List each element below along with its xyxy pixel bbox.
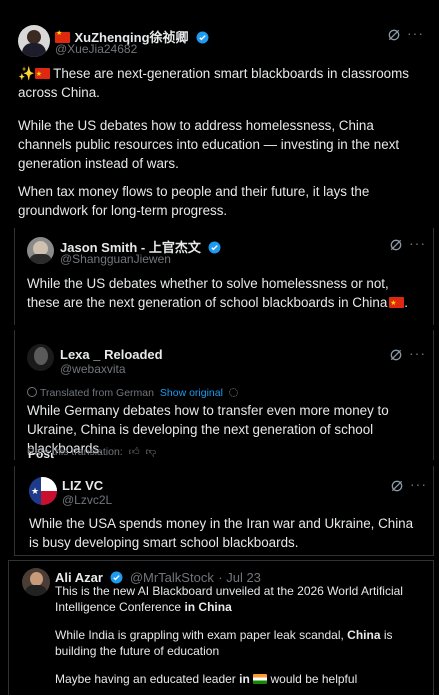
post-text: ✨ These are next-generation smart blackb… <box>18 64 423 102</box>
author-handle[interactable]: @Lzvc2L <box>62 493 112 507</box>
thumbs-down-icon[interactable]: 👎︎ <box>146 446 157 458</box>
post-main[interactable]: XuZhenqing徐祯卿 @XueJia24682 ··· ✨ These a… <box>0 0 439 226</box>
post-text: While the USA spends money in the Iran w… <box>29 516 414 550</box>
more-icon[interactable]: ··· <box>407 25 424 41</box>
avatar[interactable]: ★ <box>29 477 57 505</box>
author-handle[interactable]: @ShangguanJiewen <box>60 252 171 266</box>
more-icon[interactable]: ··· <box>409 345 426 361</box>
china-flag-icon <box>389 294 405 313</box>
show-original-link[interactable]: Show original <box>160 387 223 399</box>
india-flag-icon <box>253 674 268 684</box>
quoted-post[interactable]: Jason Smith - 上官杰文 @ShangguanJiewen ··· … <box>14 228 434 325</box>
author-handle[interactable]: @webaxvita <box>60 362 126 376</box>
sparkles-icon: ✨ <box>18 66 35 81</box>
post-line-2: While India is grappling with exam paper… <box>55 628 393 658</box>
post-line-3: Maybe having an educated leader in would… <box>55 672 358 686</box>
thumbs-up-icon[interactable]: 👍︎ <box>129 446 140 458</box>
clipped-text: Post <box>28 453 55 461</box>
post-paragraph-2: While the US debates how to address home… <box>18 118 400 171</box>
settings-icon[interactable] <box>228 388 238 397</box>
author-handle[interactable]: @XueJia24682 <box>55 42 137 56</box>
more-icon[interactable]: ··· <box>410 476 427 492</box>
grok-icon[interactable] <box>388 347 404 363</box>
more-icon[interactable]: ··· <box>409 235 426 251</box>
post-text: While the US debates whether to solve ho… <box>27 274 422 313</box>
grok-icon[interactable] <box>388 237 404 253</box>
post-line-1: This is the new AI Blackboard unveiled a… <box>55 584 403 614</box>
quoted-post[interactable]: ★ LIZ VC @Lzvc2L ··· While the USA spend… <box>14 466 434 556</box>
author-name[interactable]: LIZ VC <box>62 478 103 493</box>
quoted-post[interactable]: Ali Azar @MrTalkStock · Jul 23 This is t… <box>8 560 434 695</box>
author-name[interactable]: Lexa _ Reloaded <box>60 347 163 362</box>
avatar[interactable] <box>22 568 50 596</box>
verified-icon <box>196 31 209 44</box>
post-paragraph-1: These are next-generation smart blackboa… <box>18 66 409 100</box>
avatar[interactable] <box>27 344 54 371</box>
avatar[interactable] <box>27 237 54 264</box>
grok-icon[interactable] <box>389 478 405 494</box>
grok-icon[interactable] <box>386 27 402 43</box>
translated-label: Translated from German <box>40 387 154 399</box>
translate-icon <box>27 387 37 397</box>
post-paragraph-3: When tax money flows to people and their… <box>18 184 370 218</box>
china-flag-icon <box>34 65 50 84</box>
quoted-post[interactable]: Lexa _ Reloaded @webaxvita ··· Translate… <box>14 330 434 460</box>
avatar[interactable] <box>18 25 50 57</box>
post-text: This is the new AI Blackboard unveiled a… <box>55 583 425 687</box>
verified-icon <box>208 241 221 254</box>
